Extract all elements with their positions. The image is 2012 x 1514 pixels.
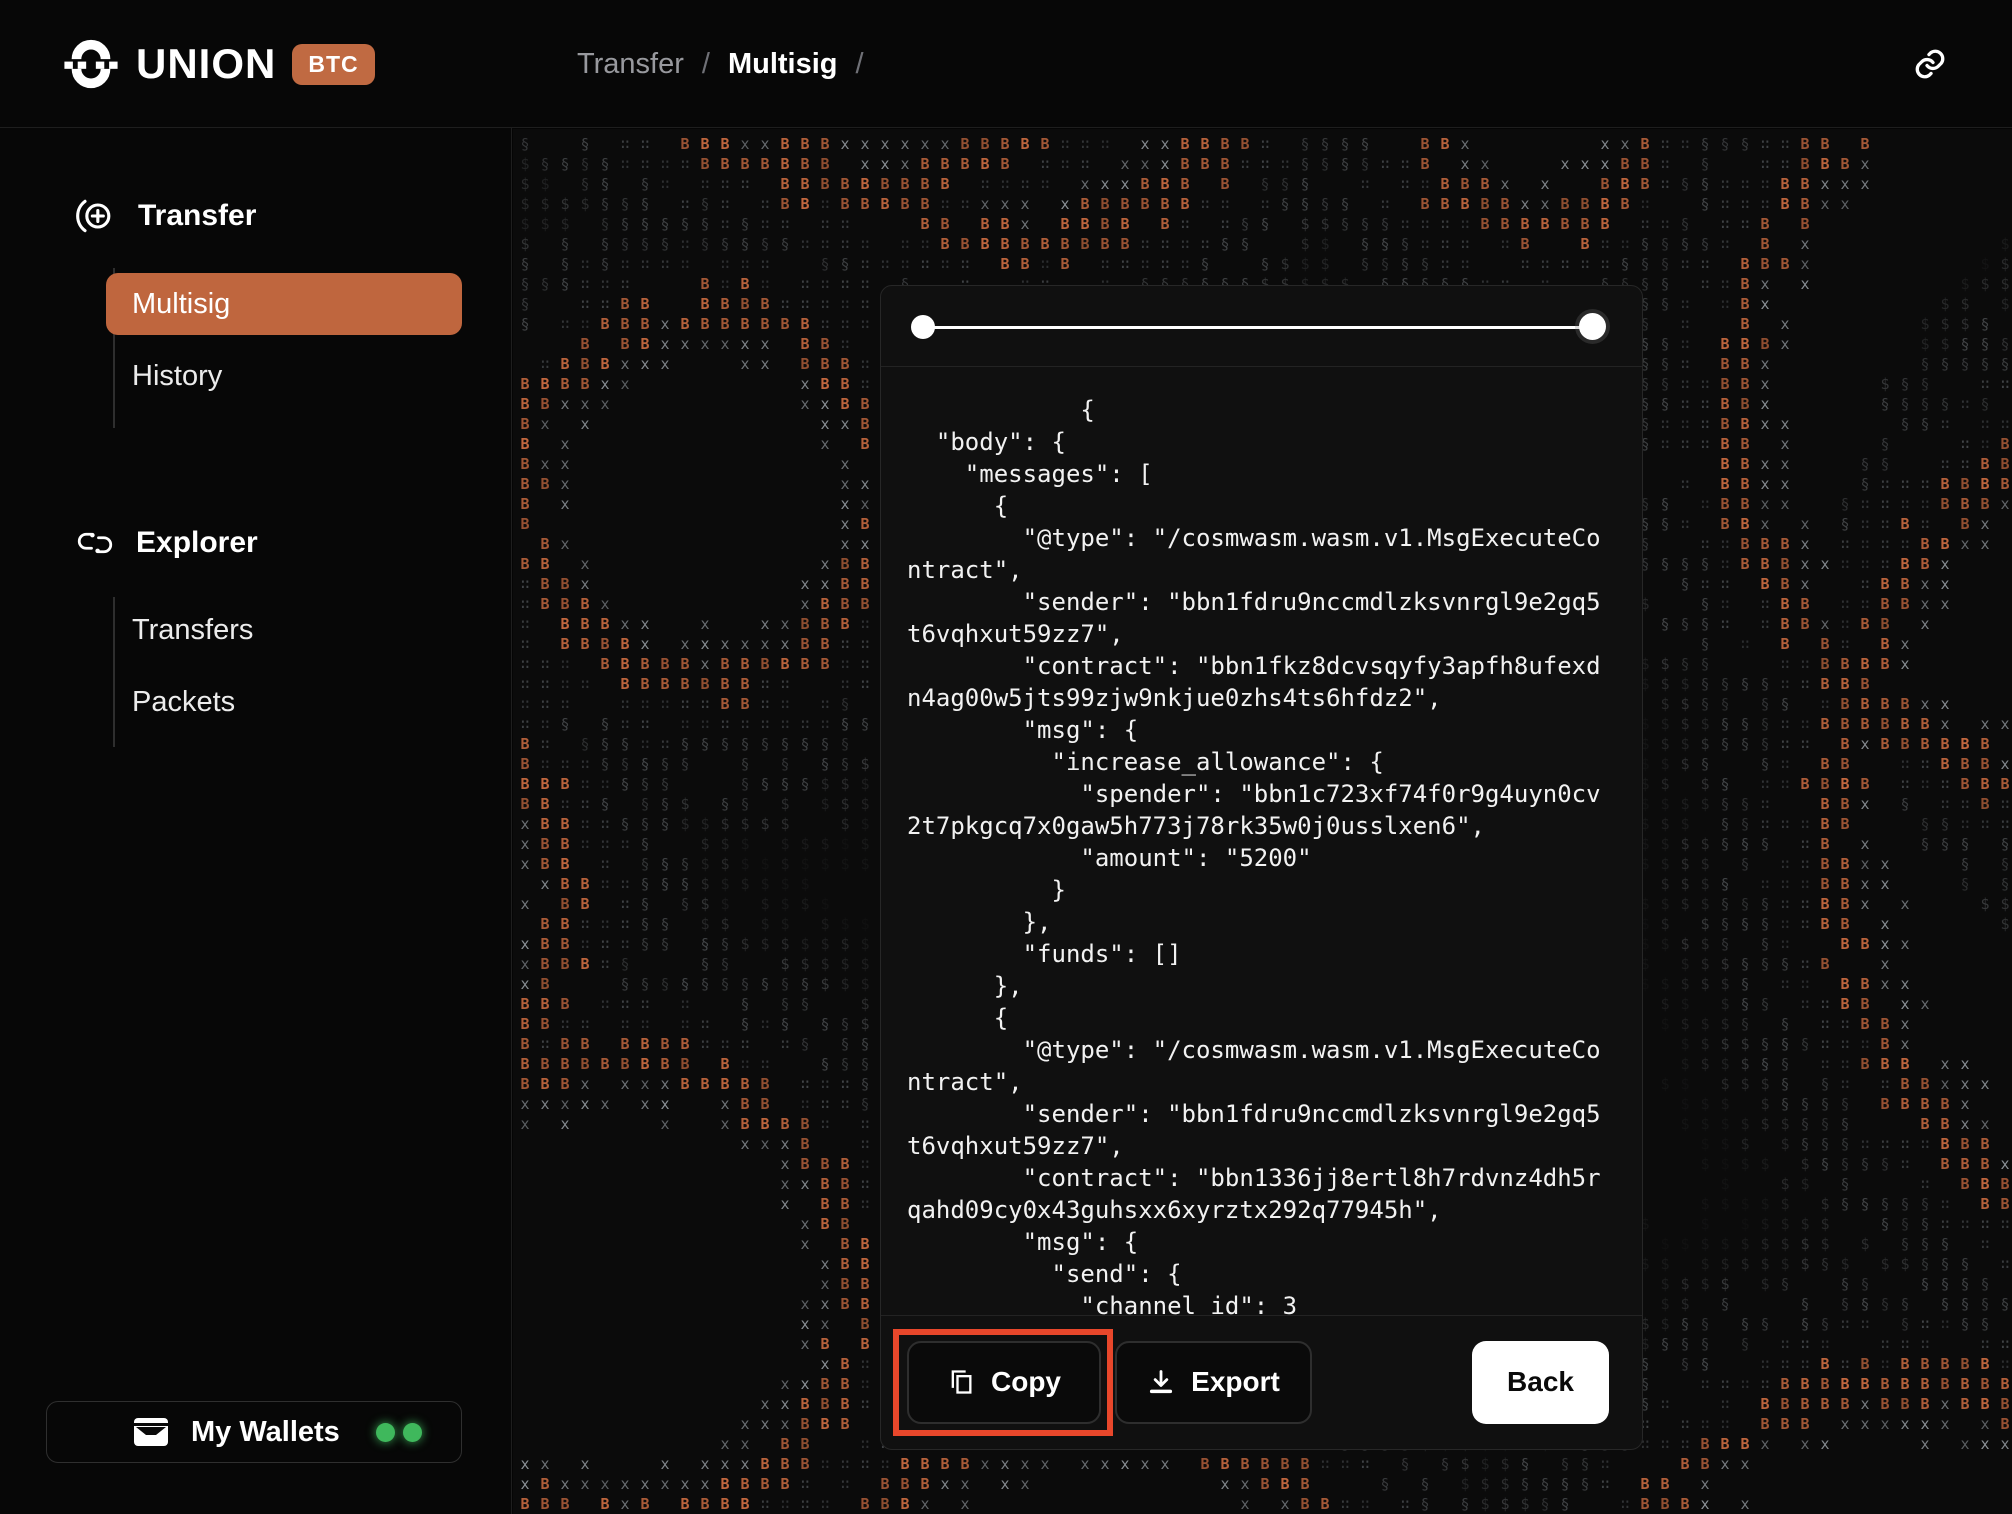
status-dot-green: [403, 1423, 422, 1442]
transaction-json-view[interactable]: { "body": { "messages": [ { "@type": "/c…: [881, 368, 1642, 1316]
sidebar-section-explorer[interactable]: Explorer: [0, 511, 512, 575]
copy-button-label: Copy: [991, 1366, 1061, 1398]
transaction-json-text: { "body": { "messages": [ { "@type": "/c…: [907, 394, 1604, 1316]
sidebar-item-multisig[interactable]: Multisig: [106, 273, 462, 335]
sidebar: Transfer Multisig History Explorer Trans…: [0, 128, 512, 1514]
transfer-plus-icon: [74, 194, 118, 238]
brand-name: UNION: [136, 40, 276, 88]
app-header: UNION BTC Transfer / Multisig /: [0, 0, 2012, 128]
art-row: xxxxxxxBBB∷∷∷∷BBBBxxxxxxxxxBBBBBB∷∷∷§§$$…: [515, 1449, 2012, 1469]
export-button[interactable]: Export: [1115, 1341, 1312, 1424]
art-row: $$$$§§§∷§∷∷BB∷BBBBB∷∷xxxxBBBBBB∷∷∷§§§§∷B…: [515, 189, 2012, 209]
slider-handle-left[interactable]: [911, 315, 935, 339]
breadcrumb-multisig[interactable]: Multisig: [728, 48, 838, 81]
sidebar-item-label: Packets: [132, 686, 235, 719]
breadcrumb-separator: /: [856, 48, 864, 81]
sidebar-section-transfer[interactable]: Transfer: [0, 184, 512, 248]
my-wallets-button[interactable]: My Wallets: [46, 1401, 462, 1463]
breadcrumb-transfer[interactable]: Transfer: [577, 48, 684, 81]
sidebar-item-label: Multisig: [132, 288, 230, 321]
explorer-icon: [74, 522, 116, 564]
art-row: §§∷∷BBBxxBBBxxxxxxBBBBB∷∷∷xxBBBB∷§§§§BBx…: [515, 129, 2012, 149]
union-logo-icon: [62, 35, 120, 93]
breadcrumb-separator: /: [702, 48, 710, 81]
copy-icon: [947, 1368, 975, 1396]
sidebar-item-history[interactable]: History: [106, 345, 462, 407]
status-dot-green: [376, 1423, 395, 1442]
range-slider: [881, 286, 1642, 367]
wallet-icon: [133, 1417, 169, 1447]
wallet-status-dots: [376, 1423, 422, 1442]
sidebar-section-label: Transfer: [138, 199, 256, 233]
brand-logo[interactable]: UNION BTC: [62, 0, 375, 128]
art-row: $$$§§§§§§∷§∷∷∷∷BBBBxBBBBB∷∷§§$$§§§∷∷∷∷BB…: [515, 209, 2012, 229]
download-icon: [1147, 1368, 1175, 1396]
art-row: xBxxxxxxxxBBBB∷∷BBBxxxxxxBBB§§$$$§§§§∷BB…: [515, 1469, 2012, 1489]
link-icon: [1912, 46, 1948, 82]
back-button[interactable]: Back: [1472, 1341, 1609, 1424]
slider-track: [929, 326, 1590, 329]
share-link-button[interactable]: [1906, 40, 1954, 88]
slider-handle-right[interactable]: [1579, 313, 1606, 340]
art-row: ∷BBBBBBBBBB∷∷∷∷∷BBBBxxBB∷∷∷§§§§§∷∷∷BBBxx: [515, 1509, 2012, 1514]
art-row: $§§§§∷∷∷∷BBBBBBBxxxBBBBB∷∷∷xxxBBB∷∷∷§§§§…: [515, 149, 2012, 169]
network-badge: BTC: [292, 44, 374, 85]
sidebar-section-label: Explorer: [136, 526, 258, 560]
multisig-transaction-modal: { "body": { "messages": [ { "@type": "/c…: [880, 285, 1643, 1450]
my-wallets-label: My Wallets: [191, 1416, 340, 1449]
back-button-label: Back: [1507, 1366, 1574, 1398]
sidebar-item-label: History: [132, 360, 222, 393]
art-row: §§∷§∷∷∷∷∷∷∷§§∷∷∷∷∷∷BB∷B∷∷∷∷∷§§$$$§§§§∷∷∷…: [515, 249, 2012, 269]
art-row: BBBBxBBBBB∷∷∷∷BBBxxxxBB∷∷∷§§$$$§§∷BBBxx: [515, 1489, 2012, 1509]
modal-footer: Copy Export Back: [881, 1315, 1642, 1449]
export-button-label: Export: [1191, 1366, 1280, 1398]
sidebar-item-packets[interactable]: Packets: [106, 671, 462, 733]
art-row: $§§§§§∷§§§§§∷∷∷∷∷∷BBBBBBBBBB∷∷∷∷§§$$§§§∷…: [515, 229, 2012, 249]
sidebar-item-transfers[interactable]: Transfers: [106, 599, 462, 661]
sidebar-item-label: Transfers: [132, 614, 253, 647]
copy-button[interactable]: Copy: [907, 1341, 1101, 1424]
breadcrumb: Transfer / Multisig /: [577, 0, 864, 128]
art-row: $$§§§∷∷∷∷BBBBBBBBB∷∷∷∷xxxBBBB§§§∷∷∷BBBxx…: [515, 169, 2012, 189]
